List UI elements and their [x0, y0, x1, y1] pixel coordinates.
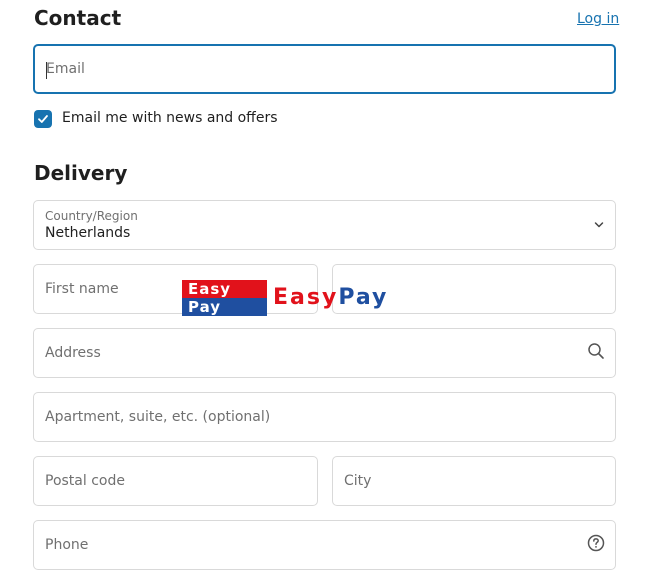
country-value: Netherlands	[45, 225, 131, 241]
country-select[interactable]: Country/Region Netherlands	[33, 200, 616, 250]
apartment-input[interactable]	[34, 393, 615, 441]
email-field[interactable]	[33, 44, 616, 94]
postal-code-input[interactable]	[34, 457, 317, 505]
address-field[interactable]	[33, 328, 616, 378]
search-icon[interactable]	[587, 342, 605, 364]
help-circle-icon[interactable]	[587, 534, 605, 556]
newsletter-checkbox[interactable]	[34, 110, 52, 128]
login-link[interactable]: Log in	[577, 11, 619, 27]
apartment-field[interactable]	[33, 392, 616, 442]
city-field[interactable]	[332, 456, 616, 506]
logo-word-red: Easy	[273, 285, 339, 310]
delivery-heading: Delivery	[34, 161, 128, 185]
checkmark-icon	[38, 115, 48, 123]
text-caret	[46, 62, 47, 79]
phone-input[interactable]	[34, 521, 615, 569]
logo-badge-top-text: Easy	[188, 280, 232, 298]
country-label: Country/Region	[45, 209, 138, 223]
email-input[interactable]	[35, 46, 614, 92]
easypay-logo-badge: Easy Pay	[182, 280, 267, 316]
chevron-down-icon	[593, 216, 605, 235]
postal-code-field[interactable]	[33, 456, 318, 506]
easypay-logo-wordmark: EasyPay	[273, 284, 388, 312]
phone-field[interactable]	[33, 520, 616, 570]
newsletter-label: Email me with news and offers	[62, 110, 278, 126]
logo-badge-bottom-text: Pay	[188, 298, 222, 316]
city-input[interactable]	[333, 457, 615, 505]
address-input[interactable]	[34, 329, 615, 377]
logo-word-blue: Pay	[338, 285, 389, 310]
contact-heading: Contact	[34, 6, 122, 30]
